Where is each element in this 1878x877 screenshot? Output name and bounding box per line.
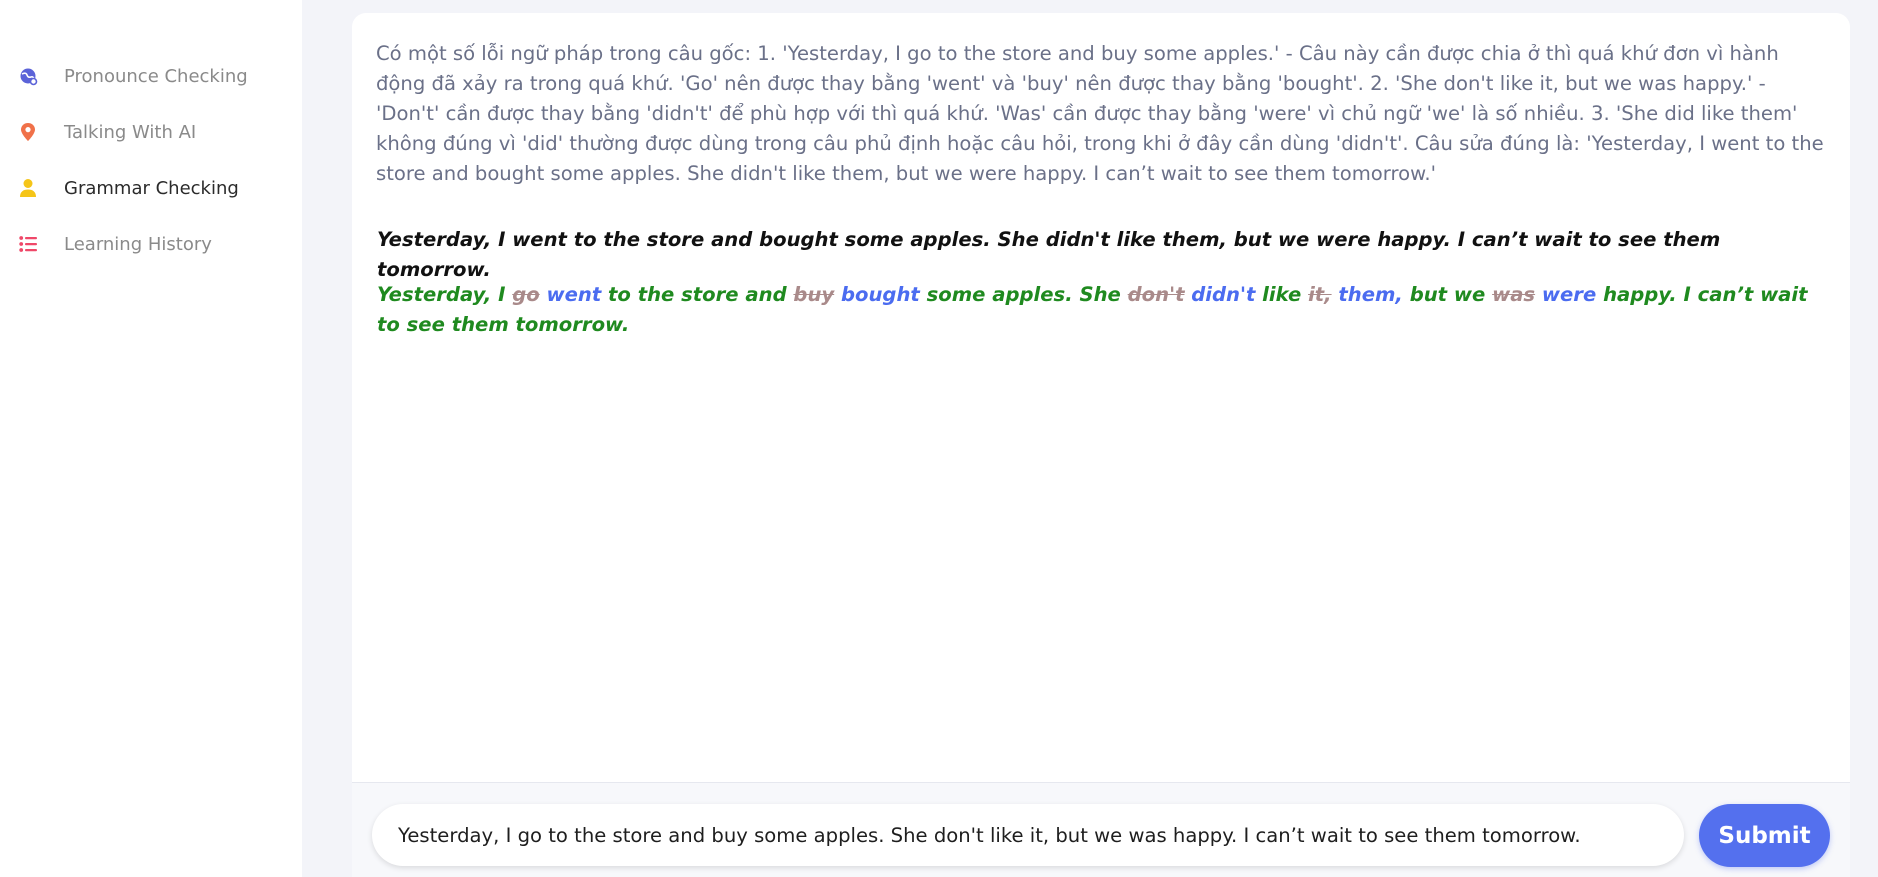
sentence-input[interactable]: Yesterday, I go to the store and buy som… — [372, 804, 1684, 866]
diff-unchanged: but we — [1402, 283, 1493, 306]
diff-unchanged: Yesterday, I — [377, 283, 513, 306]
submit-button[interactable]: Submit — [1699, 804, 1830, 867]
diff-deleted: buy — [793, 283, 835, 306]
diff-inserted: were — [1535, 283, 1597, 306]
diff-deleted: it, — [1308, 283, 1332, 306]
user-icon — [17, 177, 39, 199]
diff-inserted: went — [539, 283, 602, 306]
sidebar-item-label: Talking With AI — [64, 121, 197, 143]
input-bar: Yesterday, I go to the store and buy som… — [352, 783, 1850, 877]
map-pin-icon — [17, 121, 39, 143]
diff-unchanged: some apples. She — [919, 283, 1128, 306]
sidebar-item-grammar-checking[interactable]: Grammar Checking — [0, 168, 302, 208]
diff-unchanged: like — [1255, 283, 1309, 306]
result-panel: Có một số lỗi ngữ pháp trong câu gốc: 1.… — [352, 13, 1850, 877]
list-icon — [17, 233, 39, 255]
diff-inserted: didn't — [1184, 283, 1256, 306]
diff-sentence: Yesterday, I go went to the store and bu… — [377, 280, 1827, 340]
diff-inserted: them, — [1331, 283, 1403, 306]
sidebar-item-label: Learning History — [64, 233, 212, 255]
sidebar-item-learning-history[interactable]: Learning History — [0, 224, 302, 264]
diff-deleted: was — [1492, 283, 1536, 306]
grammar-explanation: Có một số lỗi ngữ pháp trong câu gốc: 1.… — [376, 42, 1824, 185]
diff-deleted: don't — [1127, 283, 1185, 306]
corrected-sentence: Yesterday, I went to the store and bough… — [377, 228, 1721, 281]
sidebar-item-label: Grammar Checking — [64, 177, 239, 199]
sidebar: Pronounce Checking Talking With AI Gramm… — [0, 0, 302, 877]
diff-inserted: bought — [834, 283, 920, 306]
diff-deleted: go — [512, 283, 540, 306]
globe-icon — [17, 65, 39, 87]
diff-unchanged: to the store and — [601, 283, 794, 306]
sidebar-item-talking-with-ai[interactable]: Talking With AI — [0, 112, 302, 152]
sidebar-item-pronounce-checking[interactable]: Pronounce Checking — [0, 56, 302, 96]
sidebar-item-label: Pronounce Checking — [64, 65, 248, 87]
